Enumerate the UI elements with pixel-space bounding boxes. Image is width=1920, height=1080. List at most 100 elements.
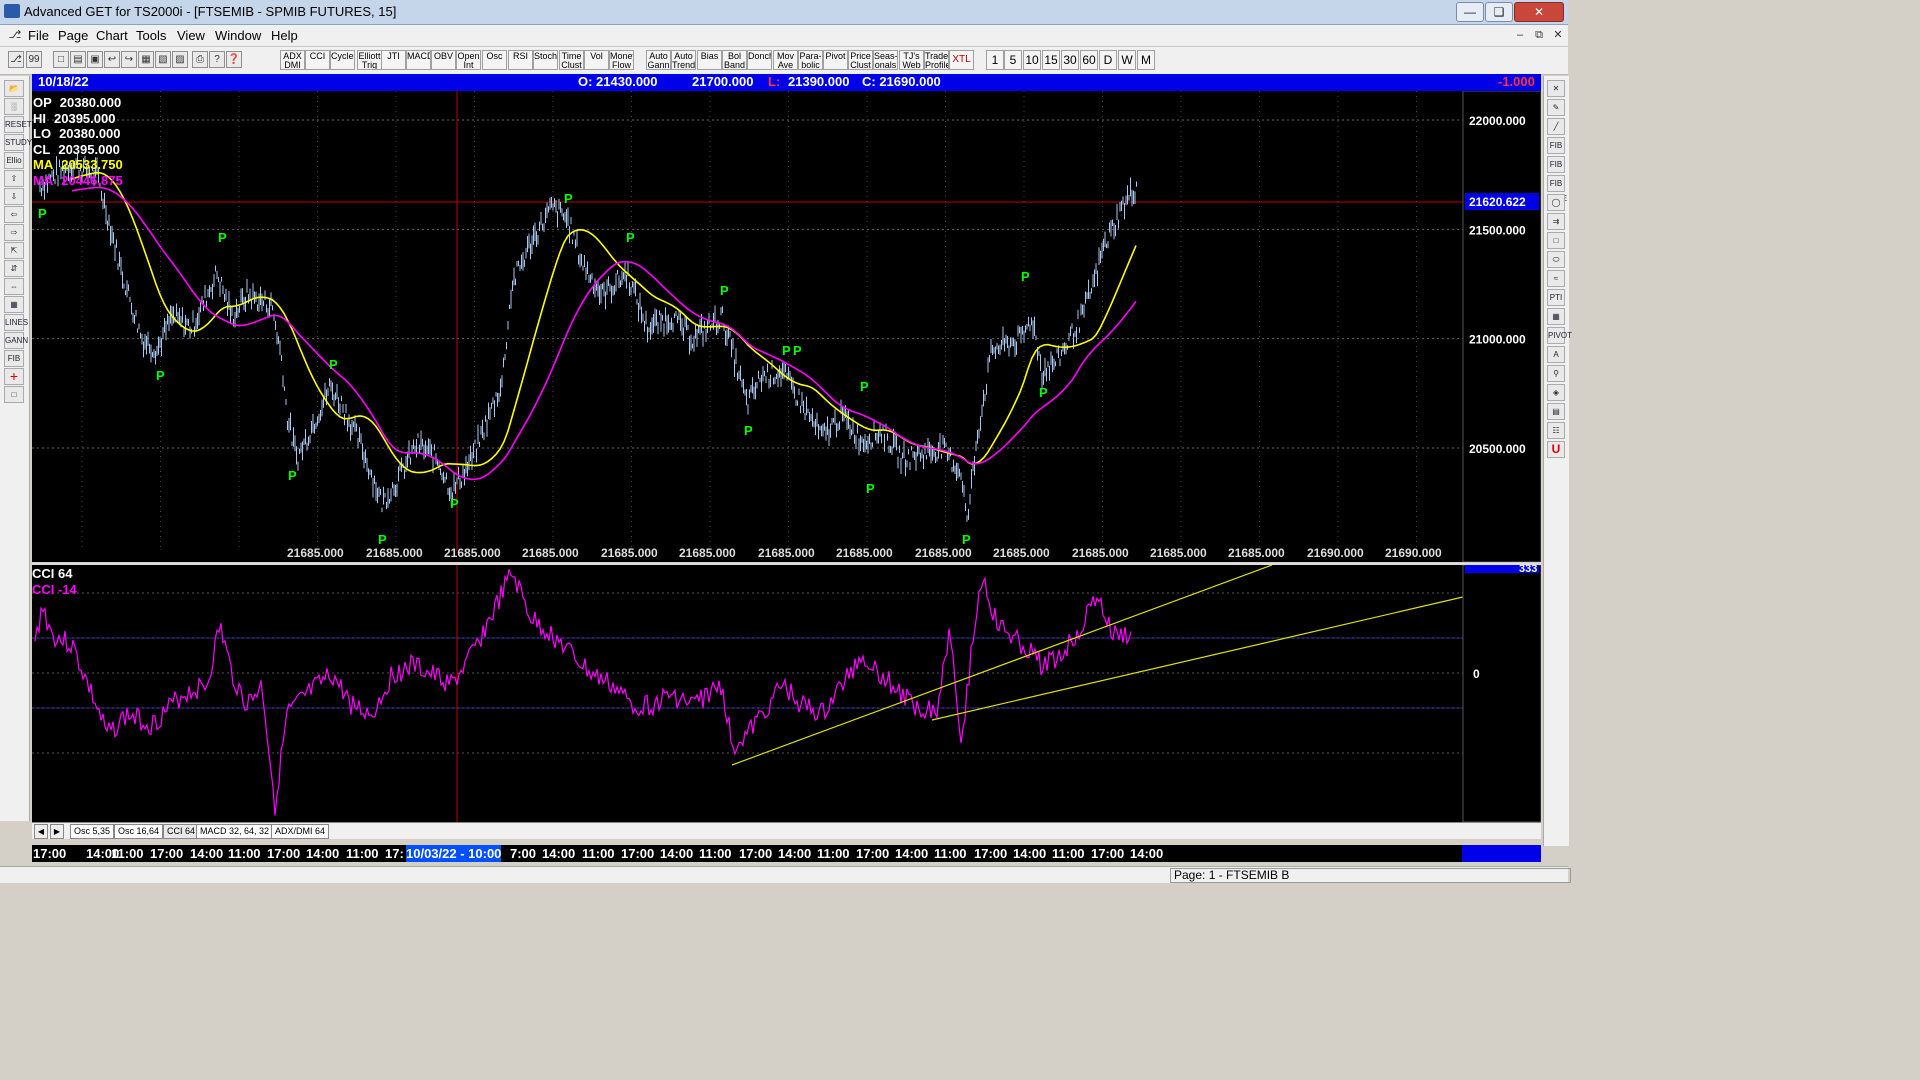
period-button-60[interactable]: 60 bbox=[1080, 50, 1098, 70]
right-tool-pencil-icon[interactable]: ✎ bbox=[1547, 99, 1565, 116]
period-button-w[interactable]: W bbox=[1118, 50, 1136, 70]
mdi-restore-icon[interactable]: ⧉ bbox=[1530, 27, 1548, 43]
navigate-forward-icon[interactable]: ↪ bbox=[121, 51, 137, 68]
right-tool-line-icon[interactable]: ╱ bbox=[1547, 118, 1565, 135]
tab-next-icon[interactable]: ▶ bbox=[50, 824, 64, 839]
left-tool-crosshair-icon[interactable]: + bbox=[4, 368, 24, 385]
left-tool-left-arrow-icon[interactable]: ⇦ bbox=[4, 206, 24, 223]
left-tool-horizontal-icon[interactable]: ⇔ bbox=[4, 278, 24, 295]
indicator-button-elliott-trig[interactable]: Elliott Trig bbox=[357, 50, 382, 70]
tab-prev-icon[interactable]: ◀ bbox=[34, 824, 48, 839]
left-tool-copy-icon[interactable]: □ bbox=[4, 386, 24, 403]
indicator-button-jti[interactable]: JTI bbox=[381, 50, 406, 70]
indicator-button-obv[interactable]: OBV bbox=[431, 50, 456, 70]
save-icon[interactable]: ▣ bbox=[87, 51, 103, 68]
indicator-button-pivot[interactable]: Pivot bbox=[823, 50, 848, 70]
left-tool-fib[interactable]: FIB bbox=[4, 350, 24, 367]
menu-tools[interactable]: Tools bbox=[136, 28, 166, 43]
cci-pane[interactable]: 333 0 CCI 64 CCI -14 bbox=[32, 563, 1541, 822]
right-tool-paint-icon[interactable]: ◈ bbox=[1547, 384, 1565, 401]
left-tool-down-arrow-icon[interactable]: ⇩ bbox=[4, 188, 24, 205]
right-tool-wave-icon[interactable]: ≈ bbox=[1547, 270, 1565, 287]
pin-icon[interactable]: ⎇ bbox=[6, 27, 24, 43]
indicator-button-xtl[interactable]: XTL bbox=[949, 50, 974, 70]
period-button-30[interactable]: 30 bbox=[1061, 50, 1079, 70]
left-tool-study[interactable]: STUDY bbox=[4, 134, 32, 151]
menu-file[interactable]: File bbox=[28, 28, 49, 43]
right-tool-report-icon[interactable]: ☷ bbox=[1547, 422, 1565, 439]
maximize-button[interactable]: ❑ bbox=[1485, 2, 1513, 22]
minimize-button[interactable]: — bbox=[1456, 2, 1484, 22]
indicator-button-bias[interactable]: Bias bbox=[697, 50, 722, 70]
menu-chart[interactable]: Chart bbox=[96, 28, 128, 43]
period-button-5[interactable]: 5 bbox=[1004, 50, 1022, 70]
indicator-button-tj-s-web[interactable]: TJ's Web bbox=[899, 50, 924, 70]
price-chart-pane[interactable]: P P P P P P P P P P P P P P P P P P 21685.000 21685.000 2168… bbox=[32, 91, 1541, 562]
tab-macd[interactable]: MACD 32, 64, 32 bbox=[196, 824, 274, 839]
left-tool-expand-icon[interactable]: ⇵ bbox=[4, 260, 24, 277]
cascade-icon[interactable]: ▧ bbox=[155, 51, 171, 68]
left-tool-open-icon[interactable]: 📂 bbox=[4, 80, 24, 97]
cci-trendline-upper[interactable] bbox=[731, 565, 1273, 766]
right-tool-fib-time[interactable]: FIB TIME bbox=[1547, 175, 1567, 203]
right-tool-trend-icon[interactable]: ⇉ bbox=[1547, 213, 1565, 230]
indicator-button-adx-dmi[interactable]: ADX DMI bbox=[280, 50, 305, 70]
indicator-button-auto-gann[interactable]: Auto Gann bbox=[646, 50, 671, 70]
indicator-button-auto-trend[interactable]: Auto Trend bbox=[671, 50, 696, 70]
right-tool-pti[interactable]: PTI bbox=[1547, 289, 1565, 306]
indicator-button-stoch[interactable]: Stoch bbox=[533, 50, 558, 70]
indicator-button-cycles[interactable]: Cycles bbox=[330, 50, 355, 70]
indicator-button-money-flow[interactable]: Money Flow bbox=[609, 50, 634, 70]
period-button-10[interactable]: 10 bbox=[1023, 50, 1041, 70]
period-button-1[interactable]: 1 bbox=[986, 50, 1004, 70]
period-button-15[interactable]: 15 bbox=[1042, 50, 1060, 70]
right-tool-calendar-icon[interactable]: ▤ bbox=[1547, 403, 1565, 420]
pin-icon[interactable]: ⎇ bbox=[8, 51, 24, 68]
indicator-button-macd[interactable]: MACD bbox=[406, 50, 431, 70]
left-tool-lines[interactable]: LINES bbox=[4, 314, 28, 331]
close-button[interactable]: ✕ bbox=[1514, 2, 1564, 22]
cci-trendline-lower[interactable] bbox=[931, 596, 1464, 721]
right-tool-grid-icon[interactable]: ▦ bbox=[1547, 308, 1565, 325]
left-tool-compress-icon[interactable]: ⇱ bbox=[4, 242, 24, 259]
layout-icon[interactable]: ▨ bbox=[172, 51, 188, 68]
indicator-button-trade-profile[interactable]: Trade Profile bbox=[924, 50, 949, 70]
tab-osc-16-64[interactable]: Osc 16,64 bbox=[114, 824, 164, 839]
print-icon[interactable]: ⎙ bbox=[192, 51, 208, 68]
left-tool-reset[interactable]: RESET bbox=[4, 116, 32, 133]
right-tool-box-icon[interactable]: □ bbox=[1547, 232, 1565, 249]
period-button-m[interactable]: M bbox=[1137, 50, 1155, 70]
right-tool-fib-ret[interactable]: FIB RET bbox=[1547, 137, 1565, 165]
right-tool-fib-ext[interactable]: FIB EXT bbox=[1547, 156, 1565, 184]
right-tool-pivot-icon[interactable]: PIVOT bbox=[1547, 327, 1572, 344]
right-tool-zoom-icon[interactable]: ⚲ bbox=[1547, 365, 1565, 382]
left-tool-gann[interactable]: GANN bbox=[4, 332, 28, 349]
left-tool-up-arrow-icon[interactable]: ⇧ bbox=[4, 170, 24, 187]
right-tool-close-icon[interactable]: ✕ bbox=[1547, 80, 1565, 97]
indicator-button-para-bolic[interactable]: Para- bolic bbox=[798, 50, 823, 70]
quote-icon[interactable]: 99 bbox=[26, 51, 42, 68]
cci-chart[interactable]: 333 0 bbox=[32, 565, 1541, 822]
left-tool-elliott[interactable]: Ellio bbox=[4, 152, 24, 169]
menu-help[interactable]: Help bbox=[271, 28, 298, 43]
menu-page[interactable]: Page bbox=[58, 28, 88, 43]
tile-icon[interactable]: ▦ bbox=[138, 51, 154, 68]
indicator-button-seas-onals[interactable]: Seas- onals bbox=[873, 50, 898, 70]
right-tool-ellipse-icon[interactable]: ⬭ bbox=[1547, 251, 1565, 268]
price-chart[interactable]: PPPPPPPPPPPP PPPPPP21685.000 21685.000 2168… bbox=[32, 91, 1541, 562]
navigate-back-icon[interactable]: ↩ bbox=[104, 51, 120, 68]
open-page-icon[interactable]: ▤ bbox=[70, 51, 86, 68]
left-tool-grid-icon[interactable]: ▦ bbox=[4, 296, 24, 313]
indicator-button-open-int[interactable]: Open Int bbox=[456, 50, 481, 70]
new-page-icon[interactable]: □ bbox=[53, 51, 69, 68]
indicator-button-mov-ave[interactable]: Mov Ave bbox=[773, 50, 798, 70]
indicator-button-donch[interactable]: Donch bbox=[747, 50, 772, 70]
indicator-button-vol[interactable]: Vol bbox=[584, 50, 609, 70]
menu-view[interactable]: View bbox=[177, 28, 205, 43]
left-tool-bar-icon[interactable]: ░ bbox=[4, 98, 24, 115]
indicator-button-rsi[interactable]: RSI bbox=[508, 50, 533, 70]
indicator-button-osc[interactable]: Osc bbox=[482, 50, 507, 70]
tab-adx-dmi[interactable]: ADX/DMI 64 bbox=[271, 824, 330, 839]
context-help-icon[interactable]: ❓ bbox=[226, 51, 242, 68]
mdi-minimize-icon[interactable]: – bbox=[1511, 27, 1529, 43]
